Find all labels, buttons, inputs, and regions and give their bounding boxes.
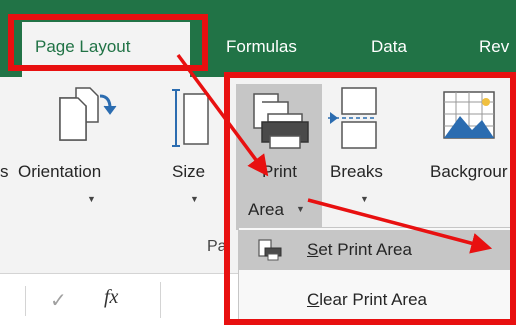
arrow-to-set-print-area (307, 198, 493, 254)
arrow-to-print-area (176, 53, 269, 177)
annotation-arrows (176, 53, 493, 254)
